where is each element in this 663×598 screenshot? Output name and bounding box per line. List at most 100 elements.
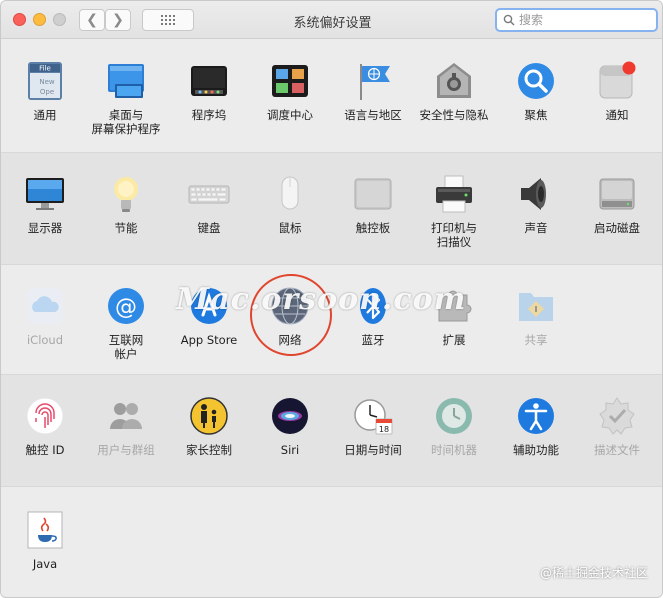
pref-label: 扩展	[442, 333, 466, 347]
pref-label: 描述文件	[594, 443, 640, 457]
sound-icon	[515, 173, 557, 215]
security-privacy-icon	[433, 60, 475, 102]
pref-parental-controls[interactable]: 家长控制	[168, 395, 250, 457]
pref-label: 蓝牙	[361, 333, 385, 347]
pref-startup-disk[interactable]: 启动磁盘	[576, 173, 658, 235]
pref-date-time[interactable]: 18 日期与时间	[332, 395, 414, 457]
hardware-section: 显示器 节能 键盘 鼠标 触控板 打印机与 扫描仪 声音 启动磁盘	[1, 152, 662, 264]
pref-time-machine[interactable]: 时间机器	[413, 395, 495, 457]
title-bar: ❮ ❯ 系统偏好设置	[1, 1, 662, 39]
profiles-icon	[596, 395, 638, 437]
parental-controls-icon	[188, 395, 230, 437]
pref-label: 节能	[114, 221, 138, 235]
pref-touch-id[interactable]: 触控 ID	[4, 395, 86, 457]
pref-profiles[interactable]: 描述文件	[576, 395, 658, 457]
displays-icon	[24, 173, 66, 215]
pref-users-groups[interactable]: 用户与群组	[85, 395, 167, 457]
sharing-icon	[515, 285, 557, 327]
pref-label: 程序坞	[191, 108, 227, 122]
pref-desktop-screensaver[interactable]: 桌面与 屏幕保护程序	[85, 60, 167, 136]
pref-label: 桌面与 屏幕保护程序	[91, 108, 161, 136]
svg-text:New: New	[39, 78, 55, 86]
svg-text:@: @	[115, 295, 137, 320]
pref-label: 互联网 帐户	[108, 333, 144, 361]
pref-accessibility[interactable]: 辅助功能	[495, 395, 577, 457]
pref-energy-saver[interactable]: 节能	[85, 173, 167, 235]
pref-printers-scanners[interactable]: 打印机与 扫描仪	[413, 173, 495, 249]
dock-icon	[188, 60, 230, 102]
energy-saver-icon	[105, 173, 147, 215]
printers-scanners-icon	[433, 173, 475, 215]
pref-siri[interactable]: Siri	[249, 395, 331, 457]
pref-label: 通用	[33, 108, 57, 122]
pref-trackpad[interactable]: 触控板	[332, 173, 414, 235]
pref-label: 日期与时间	[344, 443, 402, 457]
source-credit: @稀土掘金技术社区	[539, 566, 648, 580]
pref-label: 鼠标	[278, 221, 302, 235]
pref-label: 通知	[605, 108, 629, 122]
startup-disk-icon	[596, 173, 638, 215]
spotlight-icon	[515, 60, 557, 102]
pref-label: 触控板	[355, 221, 391, 235]
mission-control-icon	[269, 60, 311, 102]
time-machine-icon	[433, 395, 475, 437]
pref-label: 安全性与隐私	[419, 108, 489, 122]
personal-section: File New Ope 通用 桌面与 屏幕保护程序 程序坞 调度中心 语言与地…	[1, 40, 662, 152]
pref-label: 启动磁盘	[594, 221, 640, 235]
touch-id-icon	[24, 395, 66, 437]
other-section: Java	[1, 486, 662, 597]
pref-notifications[interactable]: 通知	[576, 60, 658, 122]
pref-label: 触控 ID	[25, 443, 65, 457]
pref-mission-control[interactable]: 调度中心	[249, 60, 331, 122]
svg-text:Ope: Ope	[40, 88, 54, 96]
pref-dock[interactable]: 程序坞	[168, 60, 250, 122]
pref-label: 聚焦	[524, 108, 548, 122]
siri-icon	[269, 395, 311, 437]
pref-sharing[interactable]: 共享	[495, 285, 577, 347]
pref-label: 家长控制	[186, 443, 232, 457]
search-input[interactable]	[519, 11, 649, 29]
pref-sound[interactable]: 声音	[495, 173, 577, 235]
desktop-screensaver-icon	[105, 60, 147, 102]
pref-label: 打印机与 扫描仪	[431, 221, 477, 249]
pref-keyboard[interactable]: 键盘	[168, 173, 250, 235]
pref-label: iCloud	[26, 333, 64, 347]
pref-label: Java	[32, 557, 58, 571]
java-icon	[24, 509, 66, 551]
pref-mouse[interactable]: 鼠标	[249, 173, 331, 235]
general-icon: File New Ope	[24, 60, 66, 102]
pref-general[interactable]: File New Ope 通用	[4, 60, 86, 122]
date-time-icon: 18	[352, 395, 394, 437]
search-icon	[503, 14, 515, 26]
pref-internet-accounts[interactable]: @ 互联网 帐户	[85, 285, 167, 361]
keyboard-icon	[188, 173, 230, 215]
pref-language-region[interactable]: 语言与地区	[332, 60, 414, 122]
pref-label: 显示器	[27, 221, 63, 235]
pref-label: Siri	[280, 443, 300, 457]
watermark: Mac.orsoon.com	[176, 282, 467, 317]
pref-icloud[interactable]: iCloud	[4, 285, 86, 347]
pref-label: 声音	[524, 221, 548, 235]
pref-label: 键盘	[197, 221, 221, 235]
language-region-icon	[352, 60, 394, 102]
notifications-icon	[596, 60, 638, 102]
pref-label: 共享	[524, 333, 548, 347]
mouse-icon	[269, 173, 311, 215]
system-preferences-window: ❮ ❯ 系统偏好设置 搜索 File New Ope 通用 桌面与 屏幕保护程序…	[0, 0, 663, 598]
search-field[interactable]	[495, 8, 658, 32]
svg-text:File: File	[39, 65, 51, 73]
pref-label: 时间机器	[431, 443, 477, 457]
pref-label: 调度中心	[267, 108, 313, 122]
internet-accounts-icon: @	[105, 285, 147, 327]
pref-displays[interactable]: 显示器	[4, 173, 86, 235]
pref-spotlight[interactable]: 聚焦	[495, 60, 577, 122]
svg-text:18: 18	[379, 425, 389, 434]
pref-java[interactable]: Java	[4, 509, 86, 571]
trackpad-icon	[352, 173, 394, 215]
users-groups-icon	[105, 395, 147, 437]
pref-label: App Store	[180, 333, 238, 347]
pref-security-privacy[interactable]: 安全性与隐私	[413, 60, 495, 122]
icloud-icon	[24, 285, 66, 327]
pref-label: 辅助功能	[513, 443, 559, 457]
system-section: 触控 ID 用户与群组 家长控制 Siri 18 日期与时间 时间机器 辅助功能…	[1, 374, 662, 486]
